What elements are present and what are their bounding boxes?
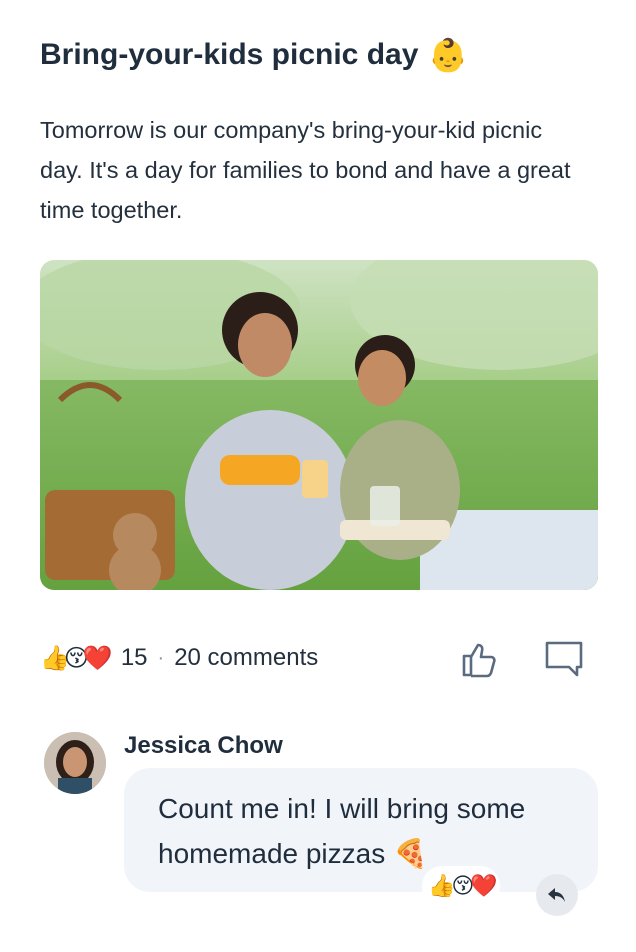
avatar-image: [44, 732, 106, 794]
avatar[interactable]: [44, 732, 106, 794]
pizza-icon: 🍕: [393, 838, 428, 869]
reaction-summary[interactable]: 👍 😚 ❤️: [40, 644, 113, 673]
thumbs-up-icon: [462, 643, 496, 678]
post-stats: 👍 😚 ❤️ 15 · 20 comments: [40, 633, 598, 683]
reply-icon: [548, 888, 565, 902]
baby-face-icon: 👶: [428, 37, 469, 73]
post-body: Tomorrow is our company's bring-your-kid…: [40, 117, 571, 223]
post-photo[interactable]: [40, 260, 598, 590]
comment-bubble: Count me in! I will bring some homemade …: [124, 768, 598, 892]
heart-reaction-icon: ❤️: [470, 873, 498, 898]
comment-text: Count me in! I will bring some homemade …: [158, 786, 538, 876]
reaction-count: 15: [120, 644, 148, 671]
comment-reactions[interactable]: 👍 😚 ❤️: [422, 866, 500, 906]
picnic-photo: [40, 260, 598, 590]
post-title: Bring-your-kids picnic day 👶: [40, 38, 468, 72]
comment-text-body: Count me in! I will bring some homemade …: [158, 793, 526, 869]
comments-count-link[interactable]: 20 comments: [174, 644, 318, 672]
comment-button[interactable]: [542, 637, 586, 681]
comment-icon: [545, 641, 583, 677]
post-title-text: Bring-your-kids picnic day: [40, 38, 419, 71]
comment-author[interactable]: Jessica Chow: [124, 732, 283, 760]
stats-separator: ·: [157, 646, 165, 669]
heart-reaction-icon: ❤️: [82, 644, 113, 672]
reply-button[interactable]: [536, 874, 578, 916]
like-button[interactable]: [458, 637, 502, 681]
